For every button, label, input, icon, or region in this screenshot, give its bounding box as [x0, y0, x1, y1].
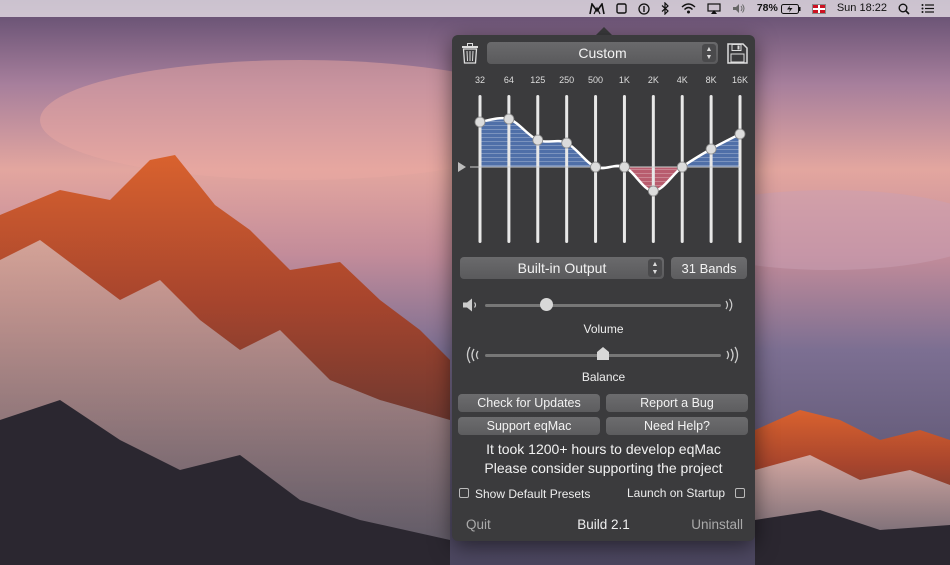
airplay-icon[interactable] [707, 0, 721, 17]
show-default-presets-label: Show Default Presets [475, 487, 591, 501]
support-eqmac-button[interactable]: Support eqMac [458, 417, 600, 435]
preset-select[interactable]: Custom ▲ ▼ [487, 42, 718, 64]
eq-band-label-2k: 2K [647, 75, 659, 85]
report-bug-button[interactable]: Report a Bug [606, 394, 748, 412]
menu-bar: 78% Sun 18:22 [0, 0, 950, 17]
eq-zero-marker-icon [458, 162, 466, 172]
eq-band-label-16k: 16K [731, 75, 749, 85]
eq-band-label-8k: 8K [705, 75, 717, 85]
balance-left-icon [462, 346, 480, 364]
support-message: It took 1200+ hours to develop eqMac Ple… [452, 440, 755, 478]
battery-percent: 78% [756, 2, 778, 14]
eq-band-track-250 [565, 95, 569, 243]
chevron-updown-icon: ▲ ▼ [702, 44, 716, 62]
balance-right-icon [725, 346, 743, 364]
volume-high-icon [724, 297, 736, 313]
eq-band-knob-8k[interactable] [705, 143, 717, 155]
balance-label: Balance [581, 370, 626, 384]
eq-band-track-16k [738, 95, 742, 243]
battery-icon[interactable] [780, 0, 801, 17]
eq-band-knob-4k[interactable] [676, 161, 688, 173]
search-icon[interactable] [898, 0, 910, 17]
eq-band-knob-1k[interactable] [619, 161, 630, 173]
volume-slider-knob[interactable] [539, 298, 553, 311]
volume-low-icon [462, 297, 480, 313]
output-device-select[interactable]: Built-in Output ▲ ▼ [460, 257, 664, 279]
eq-band-label-1k: 1K [618, 75, 630, 85]
band-mode-button[interactable]: 31 Bands [671, 257, 747, 279]
trash-icon[interactable] [459, 41, 481, 65]
save-icon[interactable] [725, 41, 749, 65]
need-help-button[interactable]: Need Help? [606, 417, 748, 435]
bluetooth-icon[interactable] [661, 0, 670, 17]
balance-slider-knob[interactable] [597, 347, 609, 360]
eq-graph[interactable] [452, 89, 755, 249]
eq-band-label-4k: 4K [676, 75, 688, 85]
eq-band-labels: 32 64 125 250 500 1K 2K 4K 8K 16K [462, 75, 752, 87]
eq-band-knob-2k[interactable] [647, 185, 659, 197]
stop-icon[interactable] [616, 0, 627, 17]
eq-band-knob-32[interactable] [474, 116, 486, 128]
wifi-icon[interactable] [681, 0, 696, 17]
eq-band-label-250: 250 [559, 75, 575, 85]
menu-list-icon[interactable] [921, 0, 934, 17]
eq-band-knob-500[interactable] [590, 161, 601, 173]
volume-icon[interactable] [732, 0, 746, 17]
eq-band-label-64: 64 [503, 75, 514, 85]
output-device-value: Built-in Output [517, 260, 607, 276]
volume-label: Volume [583, 322, 624, 336]
preset-select-value: Custom [578, 45, 627, 61]
launch-on-startup-checkbox[interactable] [735, 488, 745, 498]
eq-band-knob-125[interactable] [532, 134, 544, 146]
support-message-line2: Please consider supporting the project [484, 460, 723, 476]
uk-flag-icon[interactable] [811, 0, 826, 17]
chevron-updown-icon: ▲ ▼ [648, 259, 662, 277]
eq-band-label-500: 500 [588, 75, 604, 85]
eq-band-track-2k [651, 95, 655, 243]
eq-band-track-8k [709, 95, 713, 243]
uninstall-button[interactable]: Uninstall [691, 517, 743, 532]
eq-band-knob-64[interactable] [503, 113, 515, 125]
info-icon[interactable] [638, 0, 650, 17]
eq-band-knob-250[interactable] [561, 137, 573, 149]
eqmac-popover: Custom ▲ ▼ 32 64 125 250 500 1K 2K 4K 8K 16K Built… [452, 35, 755, 541]
show-default-presets-checkbox[interactable] [459, 488, 469, 498]
eq-band-label-32: 32 [474, 75, 486, 85]
support-message-line1: It took 1200+ hours to develop eqMac [486, 441, 721, 457]
eq-band-label-125: 125 [530, 75, 546, 85]
eq-band-track-125 [536, 95, 540, 243]
volume-slider-track[interactable] [485, 304, 721, 307]
launch-on-startup-label: Launch on Startup [627, 486, 726, 500]
menubar-clock[interactable]: Sun 18:22 [837, 0, 887, 17]
eqmac-logo-icon[interactable] [589, 0, 605, 17]
check-for-updates-button[interactable]: Check for Updates [458, 394, 600, 412]
eq-band-knob-16k[interactable] [734, 128, 746, 140]
